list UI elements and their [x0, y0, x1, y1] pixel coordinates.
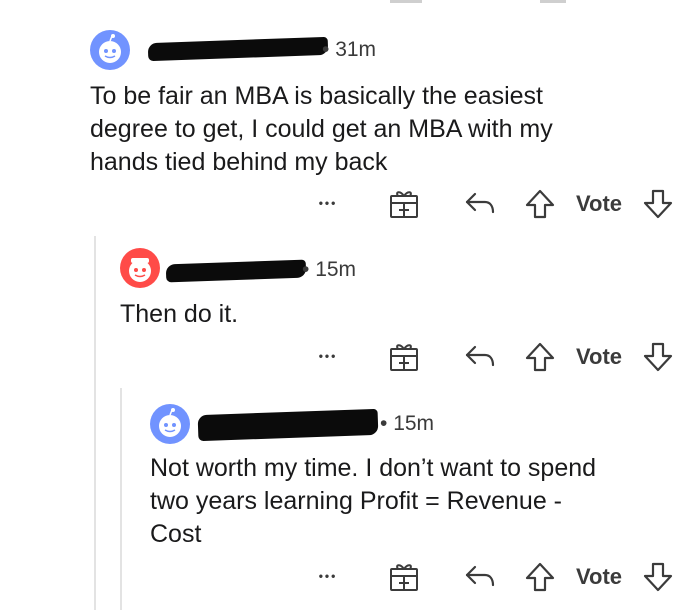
comment-body: To be fair an MBA is basically the easie… [90, 80, 553, 179]
more-options-icon[interactable]: ••• [306, 561, 350, 591]
comment-body-line: degree to get, I could get an MBA with m… [90, 115, 553, 143]
comment-body-line: To be fair an MBA is basically the easie… [90, 82, 544, 110]
vote-label: Vote [576, 191, 623, 216]
thread-line[interactable] [94, 236, 96, 610]
comment-body-line: Not worth my time. I don’t want to spend [150, 454, 597, 482]
downvote-icon[interactable] [640, 186, 676, 222]
upvote-icon[interactable] [522, 339, 558, 375]
redacted-username [147, 36, 329, 62]
comment-body: Then do it. [120, 298, 238, 331]
gift-award-icon[interactable] [384, 184, 424, 224]
more-options-icon[interactable]: ••• [306, 188, 350, 218]
snoo-avatar-icon[interactable] [150, 404, 190, 444]
snoo-avatar-icon[interactable] [90, 30, 130, 70]
snoo-avatar-icon[interactable] [120, 248, 160, 288]
gift-award-icon[interactable] [384, 557, 424, 597]
reply-icon[interactable] [462, 561, 498, 593]
top-divider-remnant [390, 0, 422, 3]
comment-body-line: hands tied behind my back [90, 148, 388, 176]
comment-body: Not worth my time. I don’t want to spend… [150, 452, 596, 551]
meta-separator: • [322, 38, 330, 61]
meta-separator: • [380, 412, 388, 435]
comment-body-line: Cost [150, 520, 202, 548]
redacted-username [197, 408, 379, 442]
redacted-username [165, 259, 307, 283]
comment-time: 15m [393, 412, 435, 435]
vote-label: Vote [576, 344, 623, 369]
reply-icon[interactable] [462, 341, 498, 373]
more-options-icon[interactable]: ••• [306, 341, 350, 371]
comment-meta: • 15m [302, 258, 356, 282]
comment-body-line: two years learning Profit = Revenue - [150, 487, 563, 515]
reply-icon[interactable] [462, 188, 498, 220]
comment-time: 31m [335, 38, 377, 61]
downvote-icon[interactable] [640, 339, 676, 375]
upvote-icon[interactable] [522, 559, 558, 595]
comment-meta: • 15m [380, 412, 434, 436]
thread-line[interactable] [120, 388, 122, 610]
comment-body-line: Then do it. [120, 300, 239, 328]
meta-separator: • [302, 258, 310, 281]
comment-meta: • 31m [322, 38, 376, 62]
upvote-icon[interactable] [522, 186, 558, 222]
top-divider-remnant [540, 0, 566, 3]
gift-award-icon[interactable] [384, 337, 424, 377]
vote-label: Vote [576, 564, 623, 589]
comment-time: 15m [315, 258, 357, 281]
downvote-icon[interactable] [640, 559, 676, 595]
